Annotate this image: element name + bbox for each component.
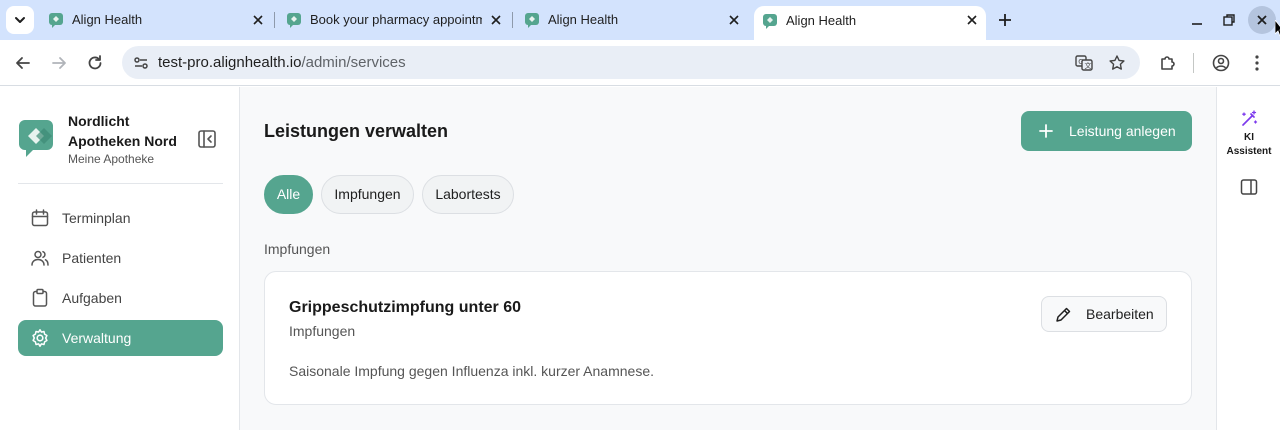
users-icon xyxy=(31,250,49,266)
browser-tabstrip: Align Health Book your pharmacy appointm… xyxy=(0,0,1280,40)
tab-separator xyxy=(274,12,275,28)
mouse-cursor-icon xyxy=(1275,20,1280,37)
filter-chip-labortests[interactable]: Labortests xyxy=(422,175,514,214)
sidebar-item-label: Aufgaben xyxy=(62,290,122,306)
svg-text:文: 文 xyxy=(1085,61,1092,70)
minimize-icon[interactable] xyxy=(1189,12,1205,28)
close-icon[interactable] xyxy=(728,14,740,26)
page-title: Leistungen verwalten xyxy=(264,121,449,141)
sidebar-item-terminplan[interactable]: Terminplan xyxy=(18,200,223,236)
tab-title: Book your pharmacy appointment xyxy=(310,12,482,27)
tab-title: Align Health xyxy=(72,12,143,27)
close-icon[interactable] xyxy=(490,14,502,26)
close-icon xyxy=(1257,15,1267,25)
filter-chip-alle[interactable]: Alle xyxy=(264,175,313,214)
browser-tab-active[interactable]: Align Health xyxy=(754,6,986,40)
service-description: Saisonale Impfung gegen Influenza inkl. … xyxy=(289,363,655,379)
brand-name: Nordlicht Apotheken Nord xyxy=(68,113,177,149)
tab-search-button[interactable] xyxy=(6,6,34,34)
sidebar-collapse-icon[interactable] xyxy=(197,129,217,149)
url-text: test-pro.alignhealth.io/admin/services xyxy=(158,46,406,79)
browser-tab-2[interactable]: Book your pharmacy appointment xyxy=(278,6,510,34)
new-tab-plus-icon[interactable] xyxy=(996,11,1014,29)
site-info-icon[interactable] xyxy=(132,54,150,72)
tab-title: Align Health xyxy=(786,13,857,28)
sidebar-item-label: Verwaltung xyxy=(62,330,132,346)
edit-service-button[interactable]: Bearbeiten xyxy=(1041,296,1167,332)
side-panel-icon[interactable] xyxy=(1240,178,1258,196)
close-icon[interactable] xyxy=(966,14,978,26)
sidebar-item-patienten[interactable]: Patienten xyxy=(18,240,223,276)
ai-label-line2: Assistent xyxy=(1226,146,1272,157)
clipboard-icon xyxy=(32,288,48,307)
restore-icon[interactable] xyxy=(1221,12,1237,28)
url-path: /admin/services xyxy=(301,54,406,71)
app-sidebar: Nordlicht Apotheken Nord Meine Apotheke … xyxy=(0,87,240,430)
back-arrow-icon[interactable] xyxy=(13,53,33,73)
browser-tab-1[interactable]: Align Health xyxy=(40,6,272,34)
align-health-favicon xyxy=(287,13,301,28)
sidebar-divider xyxy=(18,183,223,184)
align-health-favicon xyxy=(763,14,777,29)
bookmark-star-icon[interactable] xyxy=(1108,54,1126,72)
pharmacy-logo-icon xyxy=(19,120,53,157)
extensions-puzzle-icon[interactable] xyxy=(1158,53,1178,73)
service-card: Grippeschutzimpfung unter 60 Impfungen S… xyxy=(264,271,1192,405)
assistant-rail: KI Assistent xyxy=(1216,87,1280,430)
magic-wand-icon xyxy=(1242,110,1258,126)
service-category: Impfungen xyxy=(289,323,356,339)
sidebar-item-verwaltung[interactable]: Verwaltung xyxy=(18,320,223,356)
service-name: Grippeschutzimpfung unter 60 xyxy=(289,299,522,316)
sidebar-item-label: Patienten xyxy=(62,250,122,266)
section-heading: Impfungen xyxy=(264,241,331,257)
profile-avatar-icon[interactable] xyxy=(1211,53,1231,73)
close-icon[interactable] xyxy=(252,14,264,26)
align-health-favicon xyxy=(525,13,539,28)
tab-separator xyxy=(512,12,513,28)
pencil-icon xyxy=(1056,307,1071,322)
add-service-label: Leistung anlegen xyxy=(1069,123,1176,139)
main-content: Leistungen verwalten Leistung anlegen Al… xyxy=(240,87,1216,430)
window-close-button[interactable] xyxy=(1248,6,1276,34)
browser-tab-3[interactable]: Align Health xyxy=(516,6,748,34)
brand-subtitle: Meine Apotheke xyxy=(68,152,155,166)
translate-icon[interactable]: G文 xyxy=(1075,54,1093,72)
ai-assistant-label: KI Assistent xyxy=(1217,131,1280,159)
browser-toolbar: test-pro.alignhealth.io/admin/services G… xyxy=(0,40,1280,86)
forward-arrow-icon[interactable] xyxy=(49,53,69,73)
add-service-button[interactable]: Leistung anlegen xyxy=(1021,111,1192,151)
tab-title: Align Health xyxy=(548,12,619,27)
align-health-favicon xyxy=(49,13,63,28)
plus-icon xyxy=(1039,124,1053,138)
gear-icon xyxy=(32,329,48,347)
calendar-icon xyxy=(31,209,49,227)
more-vertical-icon[interactable] xyxy=(1247,53,1267,73)
toolbar-separator xyxy=(1193,53,1194,73)
ai-assistant-button[interactable]: KI Assistent xyxy=(1221,103,1277,163)
sidebar-item-aufgaben[interactable]: Aufgaben xyxy=(18,280,223,316)
filter-chip-impfungen[interactable]: Impfungen xyxy=(321,175,414,214)
edit-label: Bearbeiten xyxy=(1086,306,1154,322)
sidebar-item-label: Terminplan xyxy=(62,210,131,226)
chevron-down-icon xyxy=(15,17,25,23)
ai-label-line1: KI xyxy=(1244,132,1254,143)
address-bar[interactable]: test-pro.alignhealth.io/admin/services G… xyxy=(122,46,1140,79)
reload-icon[interactable] xyxy=(85,53,105,73)
url-host: test-pro.alignhealth.io xyxy=(158,54,302,71)
